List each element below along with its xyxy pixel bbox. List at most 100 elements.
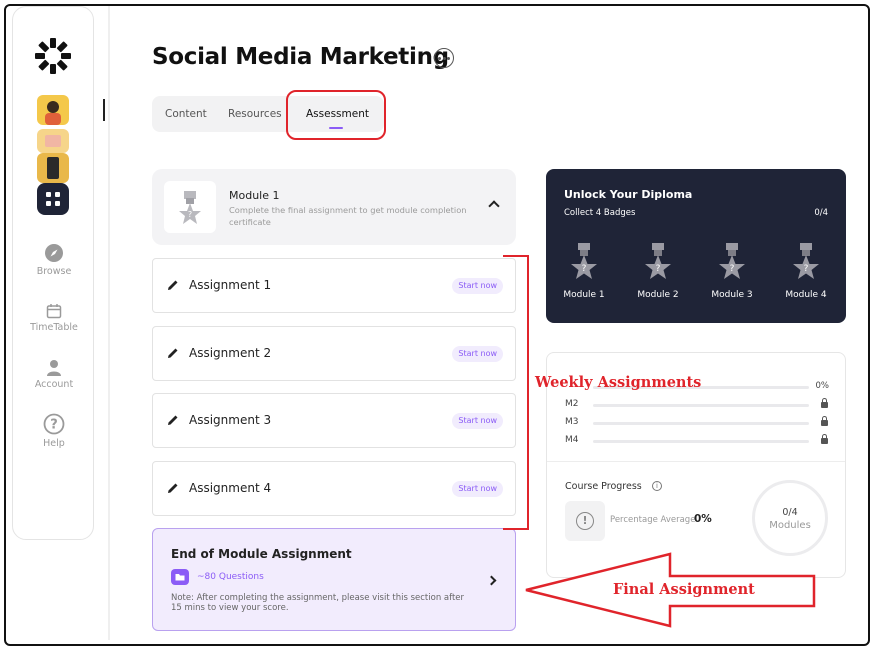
final-assignment-note: Note: After completing the assignment, p… [171, 593, 465, 613]
module-badge-icon: ? [164, 181, 216, 233]
module-progress-row-4: M4 [565, 434, 829, 447]
calendar-icon [46, 304, 62, 319]
locked-badge-icon: ? [719, 243, 745, 279]
badge-label: Module 2 [637, 290, 679, 300]
sidebar: Browse TimeTable Account ? Help [12, 6, 105, 540]
tab-resources[interactable]: Resources [228, 96, 282, 132]
pencil-icon [168, 348, 178, 358]
info-icon[interactable]: i [652, 481, 662, 491]
badge-module-4: ? Module 4 [776, 243, 836, 300]
start-now-button[interactable]: Start now [452, 413, 503, 429]
badge-label: Module 4 [785, 290, 827, 300]
svg-text:?: ? [582, 264, 587, 274]
diploma-panel: Unlock Your Diploma Collect 4 Badges 0/4… [546, 169, 846, 323]
sidebar-item-browse[interactable]: Browse [13, 243, 95, 277]
course-thumbnail-2[interactable] [37, 129, 69, 153]
chevron-right-icon[interactable] [486, 575, 497, 586]
help-icon: ? [43, 413, 65, 435]
modules-progress-ring: 0/4 Modules [752, 480, 828, 556]
assignment-row-3[interactable]: Assignment 3 Start now [152, 393, 516, 448]
module-progress-label: M2 [565, 399, 579, 409]
modules-completed-count: 0/4 [782, 507, 798, 518]
assignment-title: Assignment 3 [189, 413, 272, 427]
module-progress-row-3: M3 [565, 416, 829, 429]
end-of-module-assignment-card[interactable]: End of Module Assignment ~80 Questions N… [152, 528, 516, 631]
brand-logo-icon[interactable] [34, 37, 72, 75]
alert-icon: ! [576, 512, 594, 530]
lock-icon [821, 416, 828, 426]
lock-icon [821, 398, 828, 408]
module-progress-bar [593, 422, 809, 425]
percentage-average-value: 0% [694, 513, 712, 525]
course-progress-title: Course Progress [565, 481, 642, 492]
course-thumbnail-3[interactable] [37, 153, 69, 183]
more-options-button[interactable] [434, 48, 454, 68]
badge-count: 0/4 [814, 208, 828, 218]
locked-badge-icon: ? [793, 243, 819, 279]
annotation-weekly-assignments: Weekly Assignments [535, 374, 702, 391]
assignment-title: Assignment 4 [189, 481, 272, 495]
sidebar-item-timetable[interactable]: TimeTable [13, 303, 95, 333]
sidebar-item-help[interactable]: ? Help [13, 413, 95, 449]
badge-module-1: ? Module 1 [554, 243, 614, 300]
module-progress-label: M4 [565, 435, 579, 445]
module-title: Module 1 [229, 189, 280, 202]
percentage-average-label: Percentage Average [610, 515, 696, 525]
modules-label: Modules [769, 520, 811, 531]
pencil-icon [168, 483, 178, 493]
start-now-button[interactable]: Start now [452, 346, 503, 362]
active-indicator [103, 99, 105, 121]
diploma-title: Unlock Your Diploma [564, 188, 693, 201]
svg-text:?: ? [188, 210, 192, 219]
svg-text:?: ? [730, 264, 735, 274]
assignment-title: Assignment 1 [189, 278, 272, 292]
lock-icon [821, 434, 828, 444]
content-divider [108, 6, 110, 640]
badge-module-3: ? Module 3 [702, 243, 762, 300]
sidebar-item-label: Help [43, 438, 65, 449]
assignment-title: Assignment 2 [189, 346, 272, 360]
badge-label: Module 1 [563, 290, 605, 300]
chevron-up-icon[interactable] [488, 200, 500, 212]
module-progress-percent: 0% [815, 381, 830, 391]
annotation-final-assignment: Final Assignment [613, 581, 755, 598]
annotation-bracket [503, 255, 529, 530]
module-description: Complete the final assignment to get mod… [229, 205, 467, 227]
sidebar-item-account[interactable]: Account [13, 359, 95, 390]
sidebar-item-label: TimeTable [30, 322, 78, 333]
final-assignment-title: End of Module Assignment [171, 547, 352, 561]
badge-module-2: ? Module 2 [628, 243, 688, 300]
sidebar-item-label: Browse [36, 266, 72, 277]
panel-divider [547, 461, 845, 462]
svg-text:?: ? [50, 418, 58, 433]
user-icon [47, 360, 61, 376]
assignment-row-1[interactable]: Assignment 1 Start now [152, 258, 516, 313]
pencil-icon [168, 280, 178, 290]
module-progress-bar [593, 404, 809, 407]
module-progress-bar [593, 440, 809, 443]
percentage-average-icon-box: ! [565, 501, 605, 541]
folder-icon [171, 569, 189, 585]
diploma-subtitle: Collect 4 Badges [564, 208, 636, 218]
start-now-button[interactable]: Start now [452, 278, 503, 294]
svg-text:?: ? [656, 264, 661, 274]
course-thumbnail-1[interactable] [37, 95, 69, 125]
tab-content[interactable]: Content [165, 96, 207, 132]
question-count: ~80 Questions [197, 572, 264, 582]
locked-badge-icon: ? [571, 243, 597, 279]
page-title: Social Media Marketing [152, 44, 449, 70]
pencil-icon [168, 415, 178, 425]
badge-label: Module 3 [711, 290, 753, 300]
module-progress-label: M3 [565, 417, 579, 427]
module-progress-row-2: M2 [565, 398, 829, 411]
assignment-row-4[interactable]: Assignment 4 Start now [152, 461, 516, 516]
annotation-highlight-box [286, 90, 386, 140]
locked-badge-icon: ? [645, 243, 671, 279]
start-now-button[interactable]: Start now [452, 481, 503, 497]
assignment-row-2[interactable]: Assignment 2 Start now [152, 326, 516, 381]
svg-text:?: ? [804, 264, 809, 274]
apps-grid-button[interactable] [37, 183, 69, 215]
compass-icon [45, 244, 63, 262]
sidebar-item-label: Account [34, 379, 74, 390]
module-accordion-header[interactable]: ? Module 1 Complete the final assignment… [152, 169, 516, 245]
